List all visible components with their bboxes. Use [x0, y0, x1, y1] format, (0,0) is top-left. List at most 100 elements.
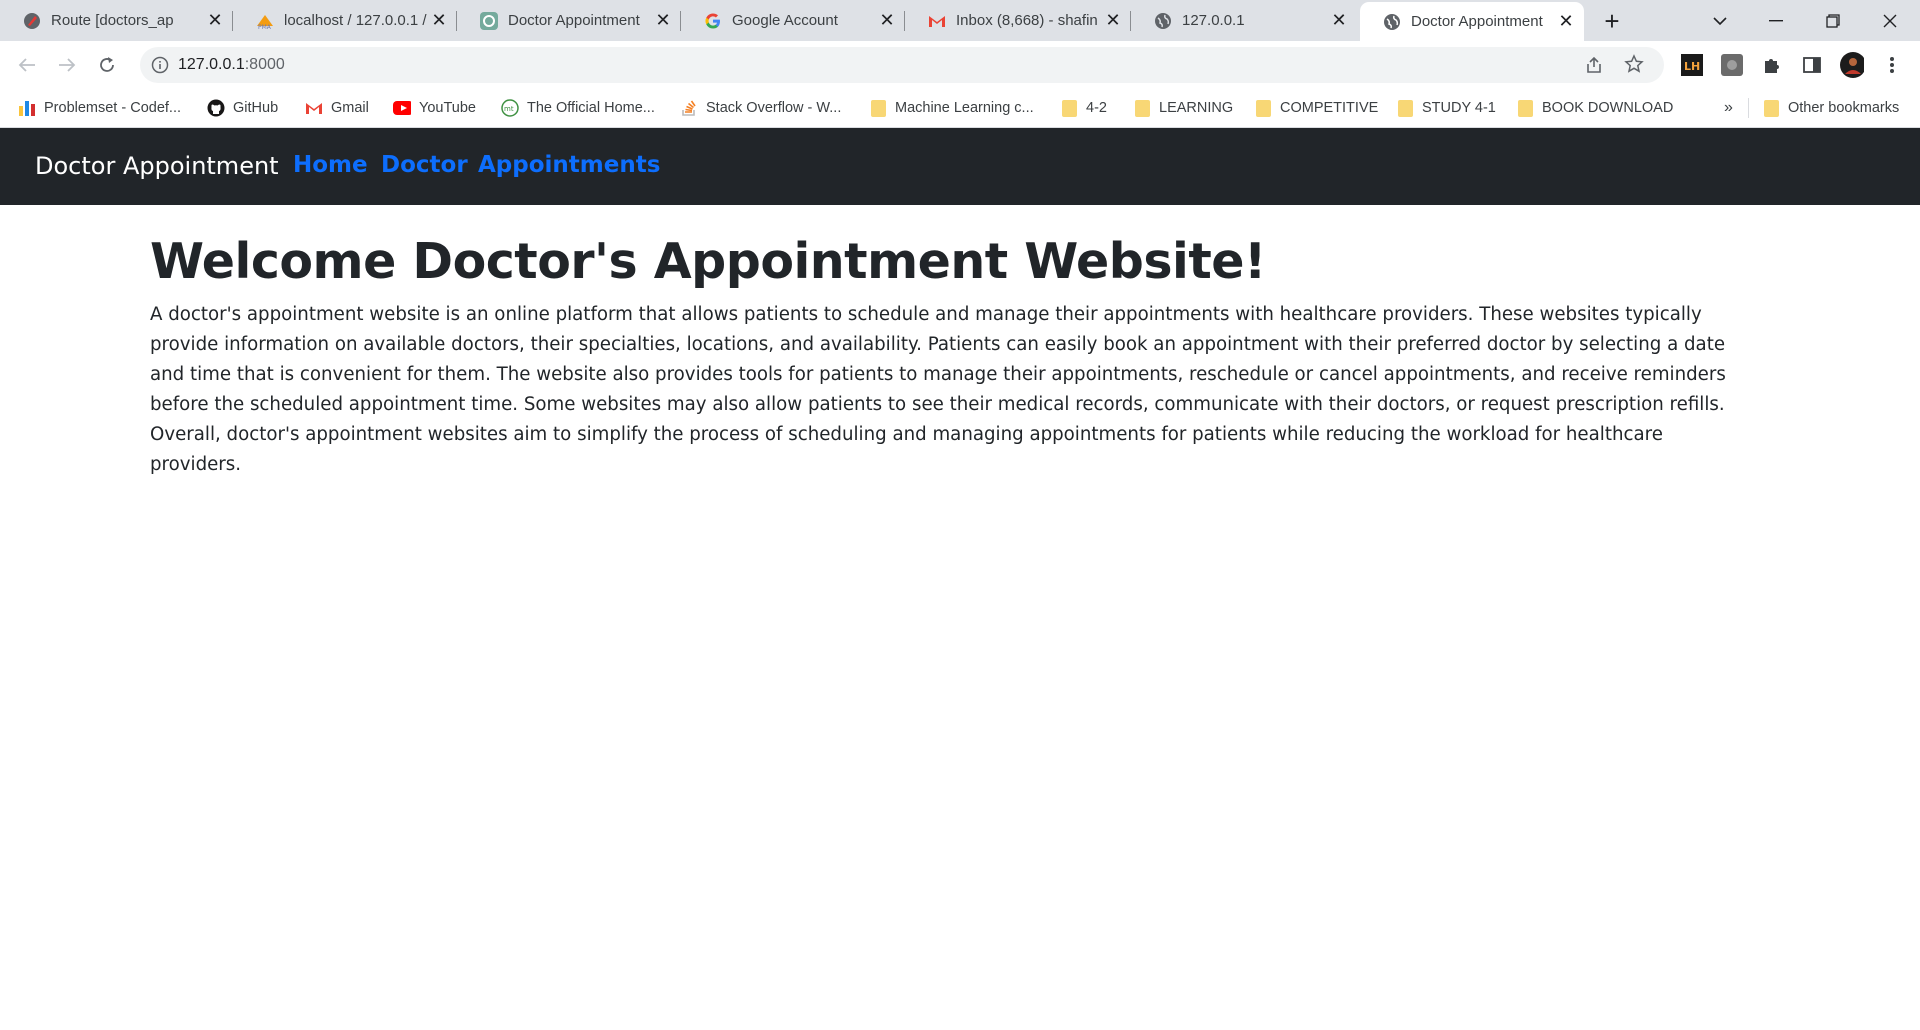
tab-title: 127.0.0.1 [1182, 12, 1245, 29]
tab-title: localhost / 127.0.0.1 / [284, 12, 427, 29]
url-port: :8000 [244, 56, 285, 73]
close-icon[interactable]: ✕ [427, 9, 451, 33]
tab-strip: Route [doctors_ap ✕ PMA localhost / 127.… [0, 0, 1920, 41]
browser-tab-active[interactable]: Doctor Appointment ✕ [1360, 2, 1584, 41]
bookmark-label: COMPETITIVE [1280, 100, 1379, 116]
close-icon[interactable]: ✕ [651, 9, 675, 33]
bookmark-label: Other bookmarks [1788, 100, 1900, 116]
folder-icon [869, 99, 887, 117]
close-icon[interactable]: ✕ [1327, 9, 1351, 33]
close-icon[interactable]: ✕ [203, 9, 227, 33]
bookmark-folder[interactable]: COMPETITIVE [1254, 96, 1378, 120]
globe-icon [1382, 12, 1402, 32]
svg-text:LH: LH [1684, 60, 1700, 73]
globe-icon [1153, 11, 1173, 31]
folder-icon [1254, 99, 1272, 117]
address-bar[interactable]: 127.0.0.1:8000 [140, 47, 1664, 83]
github-icon [207, 99, 225, 117]
bookmark-item[interactable]: Gmail [305, 96, 369, 120]
main-content: Welcome Doctor's Appointment Website! A … [150, 232, 1750, 480]
page-description: A doctor's appointment website is an onl… [150, 304, 1726, 475]
tab-title: Route [doctors_ap [51, 12, 174, 29]
bookmark-folder[interactable]: LEARNING [1133, 96, 1233, 120]
nav-link-doctor[interactable]: Doctor [381, 152, 468, 178]
browser-tab[interactable]: Google Account ✕ [681, 0, 905, 41]
info-icon[interactable] [151, 56, 169, 79]
bookmark-label: LEARNING [1159, 100, 1234, 116]
folder-icon [1060, 99, 1078, 117]
gmail-icon [927, 11, 947, 31]
bookmarks-divider [1748, 98, 1749, 118]
side-panel-icon[interactable] [1800, 53, 1824, 77]
bookmark-label: Problemset - Codef... [44, 100, 181, 116]
lighthouse-extension-icon[interactable]: LH [1680, 53, 1704, 77]
bookmark-label: Gmail [331, 100, 369, 116]
puzzle-icon[interactable] [1760, 53, 1784, 77]
pen-icon [22, 11, 42, 31]
browser-toolbar: 127.0.0.1:8000 LH [0, 41, 1920, 88]
tab-title: Google Account [732, 12, 838, 29]
phpmyadmin-icon: PMA [255, 11, 275, 31]
extension-icon[interactable] [1720, 53, 1744, 77]
minimize-icon[interactable] [1748, 0, 1804, 41]
bookmark-label: Machine Learning c... [895, 100, 1034, 116]
bookmark-folder[interactable]: Machine Learning c... [869, 96, 1034, 120]
bookmarks-bar: Problemset - Codef... GitHub Gmail YouTu… [0, 88, 1920, 128]
google-icon [703, 11, 723, 31]
avatar[interactable] [1840, 52, 1864, 78]
folder-icon [1133, 99, 1151, 117]
site-navbar: Doctor Appointment Home Doctor Appointme… [0, 128, 1920, 205]
bookmark-star-icon[interactable] [1624, 54, 1644, 79]
bookmark-item[interactable]: Problemset - Codef... [18, 96, 181, 120]
browser-tab[interactable]: 127.0.0.1 ✕ [1131, 0, 1357, 41]
browser-tab[interactable]: Doctor Appointment ✕ [457, 0, 681, 41]
bookmark-label: Stack Overflow - W... [706, 100, 842, 116]
share-icon[interactable] [1584, 55, 1604, 80]
codeforces-icon [18, 99, 36, 117]
bookmark-label: YouTube [419, 100, 476, 116]
bookmark-label: GitHub [233, 100, 279, 116]
navbar-brand[interactable]: Doctor Appointment [35, 152, 279, 180]
other-bookmarks-folder[interactable]: Other bookmarks [1762, 96, 1899, 120]
bookmark-folder[interactable]: BOOK DOWNLOAD [1516, 96, 1673, 120]
close-icon[interactable]: ✕ [1554, 10, 1578, 34]
back-icon[interactable] [13, 51, 41, 79]
restore-icon[interactable] [1805, 0, 1861, 41]
tab-title: Inbox (8,668) - shafin [956, 12, 1098, 29]
tab-search-icon[interactable] [1692, 0, 1748, 41]
bookmark-item[interactable]: mt The Official Home... [501, 96, 655, 120]
bookmark-folder[interactable]: 4-2 [1060, 96, 1107, 120]
gmail-icon [305, 99, 323, 117]
url-host: 127.0.0.1 [178, 56, 245, 73]
forward-icon[interactable] [53, 51, 81, 79]
stackoverflow-icon [680, 99, 698, 117]
browser-tab[interactable]: Inbox (8,668) - shafin ✕ [905, 0, 1131, 41]
mit-icon: mt [501, 99, 519, 117]
tab-title: Doctor Appointment [1411, 13, 1543, 30]
svg-text:mt: mt [504, 105, 514, 113]
openai-icon [479, 11, 499, 31]
close-window-icon[interactable] [1862, 0, 1918, 41]
bookmark-item[interactable]: YouTube [393, 96, 476, 120]
bookmark-label: The Official Home... [527, 100, 655, 116]
tab-title: Doctor Appointment [508, 12, 640, 29]
bookmark-item[interactable]: GitHub [207, 96, 278, 120]
bookmark-folder[interactable]: STUDY 4-1 [1396, 96, 1496, 120]
bookmark-item[interactable]: Stack Overflow - W... [680, 96, 841, 120]
menu-icon[interactable] [1880, 53, 1904, 77]
browser-tab[interactable]: PMA localhost / 127.0.0.1 / ✕ [233, 0, 457, 41]
close-icon[interactable]: ✕ [1101, 9, 1125, 33]
browser-tab[interactable]: Route [doctors_ap ✕ [0, 0, 233, 41]
page-title: Welcome Doctor's Appointment Website! [150, 233, 1266, 290]
url-text: 127.0.0.1:8000 [178, 56, 285, 74]
folder-icon [1396, 99, 1414, 117]
close-icon[interactable]: ✕ [875, 9, 899, 33]
bookmark-label: BOOK DOWNLOAD [1542, 100, 1674, 116]
reload-icon[interactable] [93, 51, 121, 79]
bookmark-label: STUDY 4-1 [1422, 100, 1496, 116]
new-tab-button[interactable]: + [1598, 6, 1626, 36]
bookmarks-overflow-button[interactable]: » [1724, 96, 1733, 120]
nav-link-home[interactable]: Home [293, 152, 368, 178]
bookmark-label: 4-2 [1086, 100, 1107, 116]
nav-link-appointments[interactable]: Appointments [478, 152, 660, 178]
